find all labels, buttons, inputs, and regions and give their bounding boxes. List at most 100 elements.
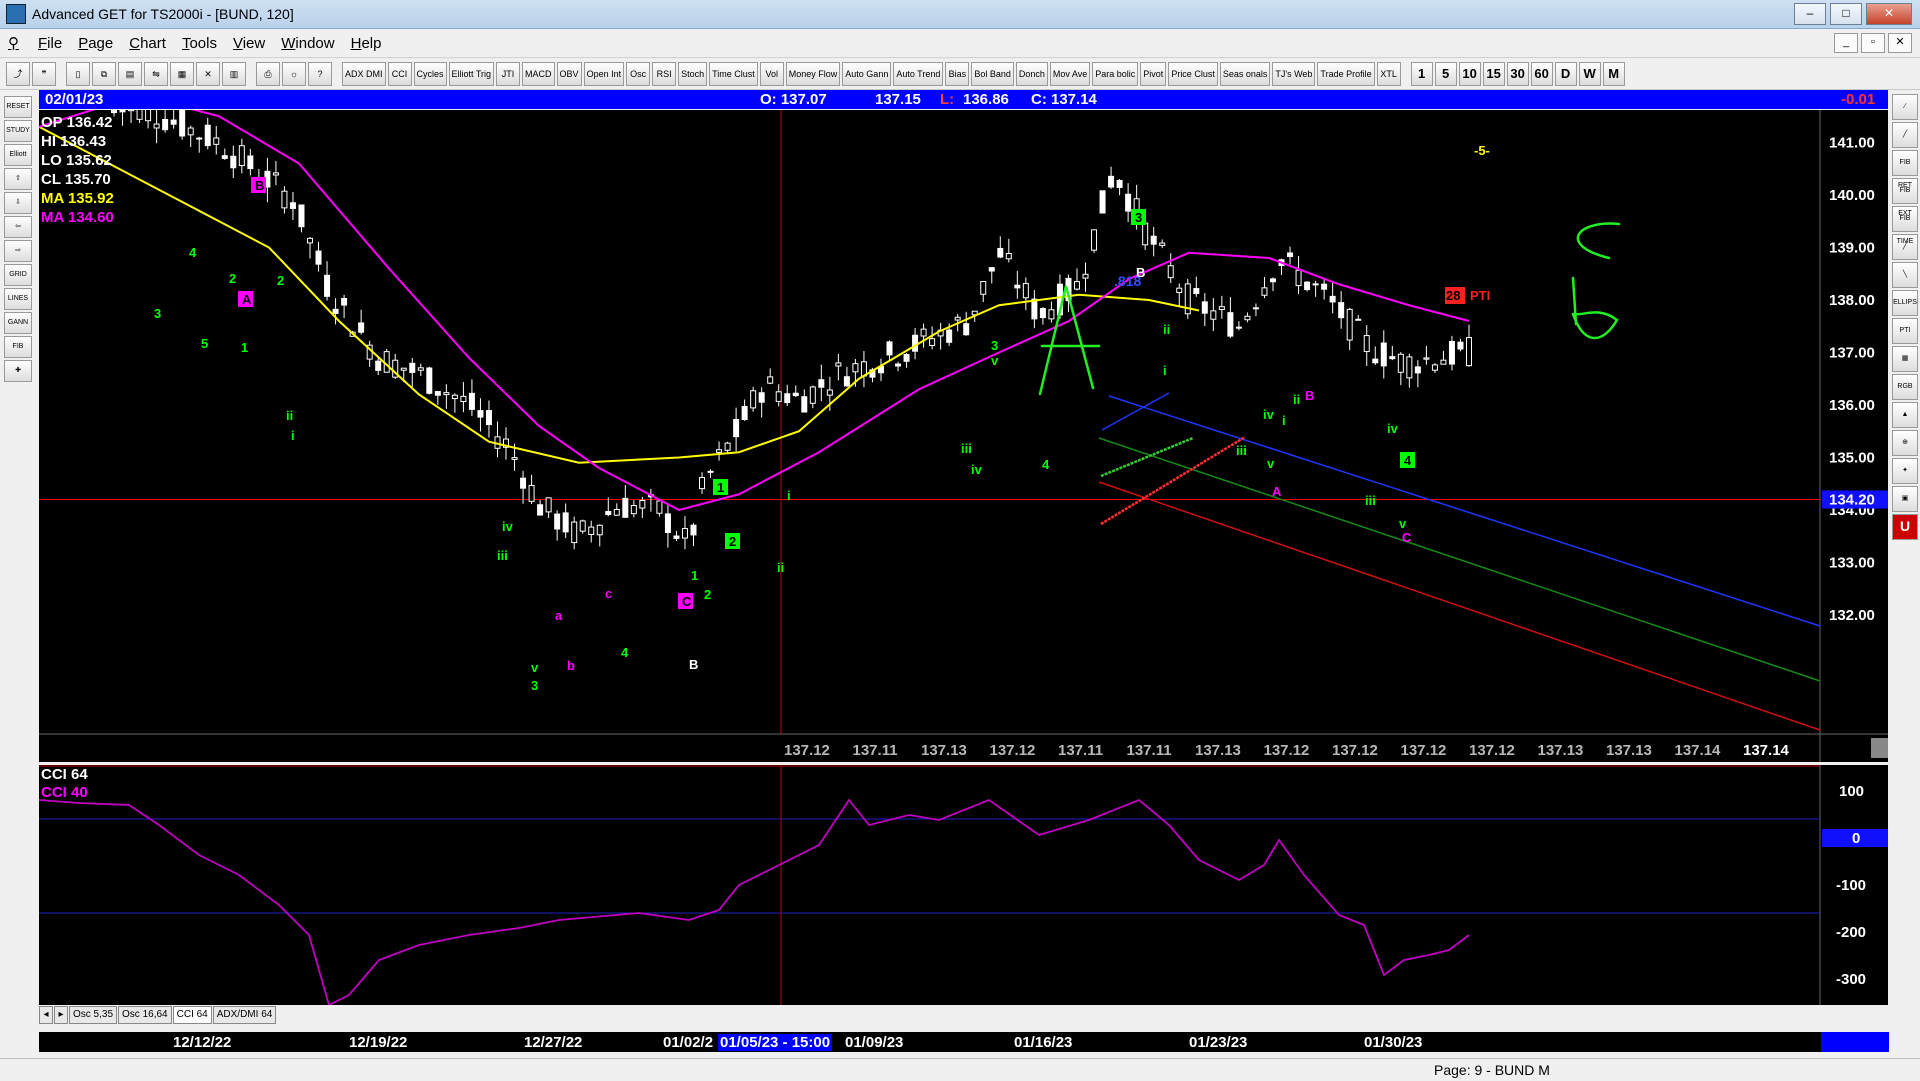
interval-button[interactable]: 5: [1434, 61, 1457, 86]
tool-button[interactable]: Price Clust: [1168, 61, 1218, 86]
print-icon[interactable]: ⎙: [256, 61, 280, 86]
tab-scroll-left-icon[interactable]: ◂: [39, 1006, 53, 1024]
price-chart[interactable]: 3 4 5 2 1 2 ii i iv iii v 3 a b c 4 1 2 i ii iii iv 3 v 4 Bii i iv i…: [38, 30, 1888, 762]
tool-button[interactable]: Donch: [1015, 61, 1048, 86]
cross-icon[interactable]: ✕: [196, 61, 220, 86]
left-tool-button[interactable]: ⇩: [4, 192, 32, 214]
tab-scroll-right-icon[interactable]: ▸: [54, 1006, 68, 1024]
left-tool-button[interactable]: ✚: [4, 360, 32, 382]
tool-button[interactable]: CCI: [387, 61, 412, 86]
tool-button[interactable]: Bol Band: [971, 61, 1014, 86]
tool-button[interactable]: Pivot: [1140, 61, 1167, 86]
right-tool-button[interactable]: ▦: [1892, 346, 1918, 372]
tool-button[interactable]: Bias: [945, 61, 970, 86]
left-tool-button[interactable]: ⇧: [4, 168, 32, 190]
left-tool-button[interactable]: ⇨: [4, 240, 32, 262]
help-icon[interactable]: ?: [308, 61, 332, 86]
right-tool-button[interactable]: FIB TIME: [1892, 206, 1918, 245]
tab-osc-5-35[interactable]: Osc 5,35: [69, 1006, 118, 1024]
menu-chart[interactable]: Chart: [129, 35, 166, 52]
left-tool-button[interactable]: Elliott: [4, 144, 32, 166]
right-tool-button[interactable]: RGB: [1892, 374, 1918, 400]
right-tool-button[interactable]: ELLIPS: [1892, 290, 1918, 316]
price-axis-label: 136.00: [1829, 397, 1875, 414]
mdi-restore-button[interactable]: ▫: [1861, 33, 1885, 53]
left-tool-button[interactable]: GANN: [4, 312, 32, 334]
tool-button[interactable]: Stoch: [678, 61, 708, 86]
interval-button[interactable]: 10: [1458, 61, 1481, 86]
bulb-icon[interactable]: ☼: [282, 61, 306, 86]
tool-button[interactable]: Seas onals: [1219, 61, 1271, 86]
tool-button[interactable]: TJ's Web: [1272, 61, 1316, 86]
tool-button[interactable]: Osc: [626, 61, 651, 86]
interval-button[interactable]: W: [1578, 61, 1601, 86]
tool-button[interactable]: Mov Ave: [1049, 61, 1091, 86]
pin-icon[interactable]: ⚲: [8, 34, 22, 52]
right-tool-button[interactable]: ╲: [1892, 262, 1918, 288]
tool-button[interactable]: RSI: [652, 61, 677, 86]
quote-tool-icon[interactable]: ❞: [32, 61, 56, 86]
right-tool-button[interactable]: PTI: [1892, 318, 1918, 344]
left-tool-button[interactable]: GRID: [4, 264, 32, 286]
menu-page[interactable]: Page: [78, 35, 113, 52]
left-tool-button[interactable]: STUDY: [4, 120, 32, 142]
tab-cci-64[interactable]: CCI 64: [172, 1006, 212, 1024]
tool-button[interactable]: ADX DMI: [342, 61, 386, 86]
link-icon[interactable]: ⇋: [144, 61, 168, 86]
right-tool-button[interactable]: ▣: [1892, 486, 1918, 512]
right-tool-button[interactable]: FIB RET: [1892, 150, 1918, 189]
tool-button[interactable]: XTL: [1376, 61, 1401, 86]
tool-button[interactable]: Auto Gann: [842, 61, 892, 86]
tool-button[interactable]: Elliott Trig: [448, 61, 495, 86]
interval-button[interactable]: D: [1554, 61, 1577, 86]
right-tool-button[interactable]: U: [1892, 514, 1918, 540]
new-page-icon[interactable]: ▯: [66, 61, 90, 86]
interval-button[interactable]: 15: [1482, 61, 1505, 86]
interval-button[interactable]: 1: [1410, 61, 1433, 86]
grid-icon[interactable]: ▦: [170, 61, 194, 86]
menu-view[interactable]: View: [233, 35, 265, 52]
right-tool-button[interactable]: ╱: [1892, 122, 1918, 148]
mdi-minimize-button[interactable]: _: [1834, 33, 1858, 53]
window-list-icon[interactable]: ▤: [118, 61, 142, 86]
menu-help[interactable]: Help: [351, 35, 382, 52]
tool-button[interactable]: Money Flow: [785, 61, 841, 86]
tool-button[interactable]: Vol: [759, 61, 784, 86]
menu-file[interactable]: File: [38, 35, 62, 52]
interval-button[interactable]: 60: [1530, 61, 1553, 86]
mdi-close-button[interactable]: ✕: [1888, 33, 1912, 53]
minimize-button[interactable]: –: [1794, 3, 1826, 25]
right-tool-button[interactable]: ▲: [1892, 402, 1918, 428]
maximize-button[interactable]: □: [1830, 3, 1862, 25]
left-tool-button[interactable]: FIB: [4, 336, 32, 358]
tool-button[interactable]: OBV: [556, 61, 582, 86]
copy-icon[interactable]: ⧉: [92, 61, 116, 86]
menu-tools[interactable]: Tools: [182, 35, 217, 52]
left-tool-button[interactable]: RESET: [4, 96, 32, 118]
right-tool-button[interactable]: FIB EXT: [1892, 178, 1918, 217]
close-button[interactable]: ✕: [1866, 3, 1912, 25]
tool-button[interactable]: JTI: [496, 61, 521, 86]
cci-panel[interactable]: CCI 64 CCI 40 2001000-100-200-300: [38, 736, 1888, 1007]
scroll-grip-icon[interactable]: [1871, 738, 1888, 758]
right-tool-button[interactable]: ⊕: [1892, 430, 1918, 456]
right-tool-button[interactable]: ╱: [1892, 234, 1918, 260]
left-tool-button[interactable]: LINES: [4, 288, 32, 310]
interval-button[interactable]: 30: [1506, 61, 1529, 86]
tab-osc-16-64[interactable]: Osc 16,64: [118, 1006, 172, 1024]
tile-icon[interactable]: ▥: [222, 61, 246, 86]
right-tool-button[interactable]: ∕: [1892, 94, 1918, 120]
tool-button[interactable]: Open Int: [583, 61, 625, 86]
right-tool-button[interactable]: ✦: [1892, 458, 1918, 484]
interval-button[interactable]: M: [1602, 61, 1625, 86]
tool-button[interactable]: Trade Profile: [1317, 61, 1375, 86]
pointer-tool-icon[interactable]: ⤴: [6, 61, 30, 86]
tool-button[interactable]: Time Clust: [709, 61, 758, 86]
tool-button[interactable]: MACD: [522, 61, 555, 86]
left-tool-button[interactable]: ⇦: [4, 216, 32, 238]
tool-button[interactable]: Auto Trend: [893, 61, 944, 86]
tool-button[interactable]: Cycles: [413, 61, 447, 86]
menu-window[interactable]: Window: [281, 35, 334, 52]
tool-button[interactable]: Para bolic: [1092, 61, 1139, 86]
tab-adx-dmi-64[interactable]: ADX/DMI 64: [212, 1006, 277, 1024]
